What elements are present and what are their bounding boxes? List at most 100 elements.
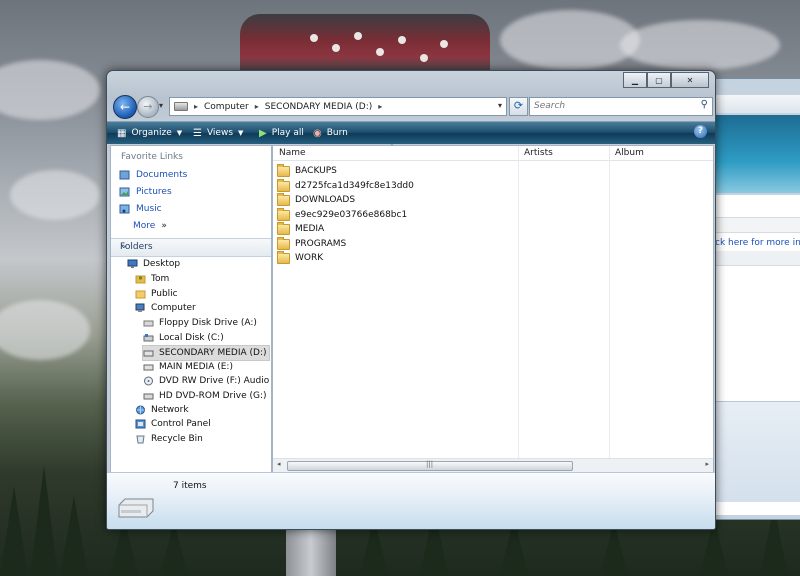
favorite-more[interactable]: More »: [133, 221, 167, 231]
burn-disc-icon: ◉: [313, 127, 322, 139]
tree-item-local-disk[interactable]: Local Disk (C:): [143, 331, 224, 345]
minimize-icon: ▁: [631, 75, 639, 85]
tree-item-label: Control Panel: [151, 419, 211, 429]
breadcrumb-chevron-icon[interactable]: ▸: [255, 102, 259, 111]
breadcrumb-chevron-icon[interactable]: ▸: [194, 102, 198, 111]
recycle-bin-icon: [136, 435, 145, 444]
tree-item-label: Local Disk (C:): [159, 333, 224, 343]
tree-item-dvd-rw[interactable]: DVD RW Drive (F:) Audio CD: [143, 374, 271, 388]
column-name[interactable]: Name: [279, 148, 306, 158]
views-label: Views: [206, 128, 234, 138]
search-input[interactable]: [530, 98, 688, 113]
tree-item-label: Public: [151, 289, 178, 299]
column-divider[interactable]: [518, 146, 519, 458]
play-icon: ▶: [259, 127, 267, 139]
search-box[interactable]: ⚲: [529, 97, 713, 116]
forward-button[interactable]: →: [137, 96, 159, 118]
column-album[interactable]: Album: [615, 148, 644, 158]
file-name: DOWNLOADS: [295, 195, 356, 205]
grip-icon: |||: [426, 460, 434, 468]
recent-pages-dropdown[interactable]: ▾: [159, 101, 163, 110]
tree-item-label: MAIN MEDIA (E:): [159, 362, 233, 372]
tree-item-recycle-bin[interactable]: Recycle Bin: [135, 432, 203, 446]
network-icon: [136, 405, 145, 415]
maximize-button[interactable]: ▢: [647, 72, 671, 88]
list-item[interactable]: MEDIA: [277, 221, 324, 236]
folder-icon: [277, 163, 290, 177]
address-dropdown-icon[interactable]: ▾: [498, 101, 502, 110]
favorite-documents[interactable]: Documents: [119, 170, 187, 180]
scroll-left-icon[interactable]: ◂: [277, 460, 281, 468]
play-all-button[interactable]: ▶ Play all: [259, 125, 304, 141]
list-item[interactable]: PROGRAMS: [277, 236, 347, 251]
help-icon: ?: [697, 126, 704, 136]
caption-buttons: ▁ ▢ ✕: [623, 72, 709, 88]
back-button[interactable]: ←: [113, 95, 137, 119]
list-item[interactable]: DOWNLOADS: [277, 192, 356, 207]
tree-item-control-panel[interactable]: Control Panel: [135, 417, 211, 431]
tree-item-label: HD DVD-ROM Drive (G:): [159, 391, 267, 401]
chevron-down-icon: ▼: [176, 129, 183, 137]
favorite-pictures[interactable]: Pictures: [119, 187, 172, 197]
file-name: PROGRAMS: [295, 239, 347, 249]
tree-item-label: Network: [151, 405, 189, 415]
tree-item-label: SECONDARY MEDIA (D:): [159, 348, 267, 358]
horizontal-scrollbar[interactable]: ◂ ||| ▸: [273, 458, 713, 472]
favorite-music[interactable]: Music: [119, 204, 162, 214]
tree-item-label: Desktop: [143, 259, 181, 269]
organize-button[interactable]: ▦ Organize ▼: [117, 125, 182, 141]
favorite-pictures-label: Pictures: [136, 187, 172, 197]
hard-drive-icon: [143, 334, 154, 342]
file-name: e9ec929e03766e868bc1: [295, 210, 408, 220]
computer-icon: [135, 303, 145, 312]
tree-item-floppy[interactable]: Floppy Disk Drive (A:): [143, 316, 257, 330]
column-divider[interactable]: [609, 146, 610, 458]
views-button[interactable]: ☰ Views ▼: [193, 125, 243, 141]
views-icon: ☰: [193, 127, 202, 139]
tree-item-label: Tom: [151, 274, 170, 284]
more-info-link[interactable]: ck here for more infor: [715, 238, 800, 248]
list-item[interactable]: d2725fca1d349fc8e13dd0: [277, 178, 414, 193]
tree-item-computer[interactable]: Computer: [135, 301, 196, 315]
play-all-label: Play all: [271, 128, 304, 138]
breadcrumb-chevron-icon[interactable]: ▸: [378, 102, 382, 111]
list-item[interactable]: BACKUPS: [277, 163, 337, 178]
favorite-links-title: Favorite Links: [121, 152, 183, 162]
item-count: 7 items: [173, 481, 207, 491]
column-artists[interactable]: Artists: [524, 148, 553, 158]
breadcrumb-secondary-media[interactable]: SECONDARY MEDIA (D:): [265, 102, 373, 112]
dvd-drive-icon: [144, 376, 153, 386]
scrollbar-thumb[interactable]: |||: [287, 460, 573, 471]
organize-label: Organize: [131, 128, 172, 138]
details-pane: 7 items: [107, 472, 715, 529]
column-headers: ⌃ Name Artists Album: [273, 143, 713, 161]
tree-item-tom[interactable]: Tom: [135, 272, 169, 286]
tree-item-main-media[interactable]: MAIN MEDIA (E:): [143, 360, 233, 374]
help-button[interactable]: ?: [694, 125, 707, 138]
floppy-drive-icon: [143, 320, 154, 327]
breadcrumb-computer[interactable]: Computer: [204, 102, 249, 112]
chevron-down-icon: ⌄: [120, 241, 128, 251]
tree-item-hd-dvd[interactable]: HD DVD-ROM Drive (G:): [143, 389, 267, 403]
double-chevron-icon: »: [161, 221, 167, 231]
folder-icon: [135, 290, 146, 299]
minimize-button[interactable]: ▁: [623, 72, 647, 88]
tree-item-desktop[interactable]: Desktop: [127, 257, 180, 271]
favorite-music-label: Music: [136, 204, 162, 214]
tree-item-label: Computer: [151, 303, 196, 313]
tree-item-public[interactable]: Public: [135, 287, 178, 301]
list-item[interactable]: WORK: [277, 250, 323, 265]
scroll-right-icon[interactable]: ▸: [705, 460, 709, 468]
tree-item-network[interactable]: Network: [135, 403, 189, 417]
refresh-button[interactable]: ⟳: [509, 97, 528, 116]
search-icon[interactable]: ⚲: [701, 99, 708, 110]
folders-header[interactable]: Folders ⌄: [111, 238, 271, 257]
tree-item-secondary-media[interactable]: SECONDARY MEDIA (D:): [142, 345, 270, 361]
close-icon: ✕: [686, 75, 694, 85]
sort-arrow-icon: ⌃: [389, 143, 395, 151]
close-button[interactable]: ✕: [671, 72, 709, 88]
list-item[interactable]: e9ec929e03766e868bc1: [277, 207, 408, 222]
burn-button[interactable]: ◉ Burn: [313, 125, 348, 141]
address-bar[interactable]: ▸ Computer ▸ SECONDARY MEDIA (D:) ▸ ▾: [169, 97, 507, 116]
dvd-drive-icon: [143, 393, 154, 400]
